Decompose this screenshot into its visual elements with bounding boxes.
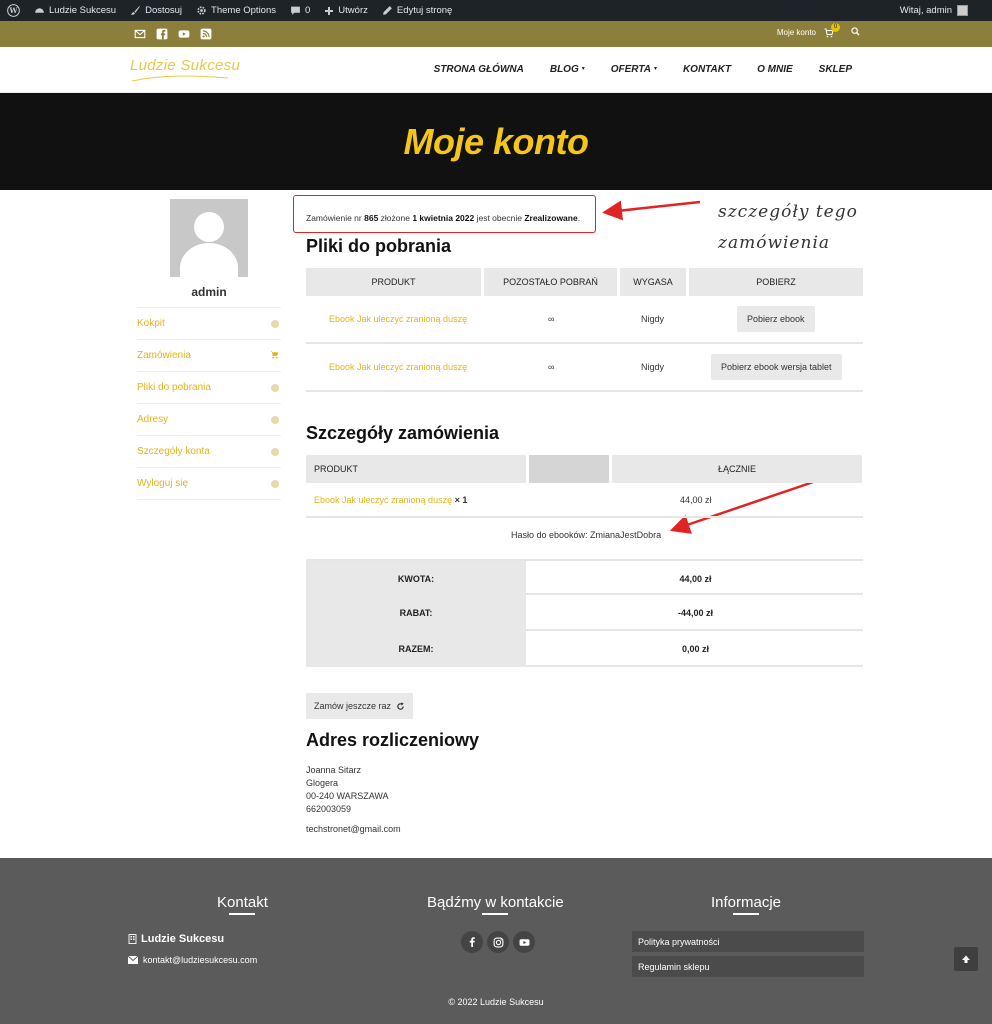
footer-email-label: kontakt@ludziesukcesu.com xyxy=(143,955,258,965)
order-item-cell: Ebook Jak uleczyć zranioną duszę × 1 xyxy=(314,483,467,516)
billing-address: Joanna Sitarz Glogera 00-240 WARSZAWA 66… xyxy=(306,764,401,836)
building-icon xyxy=(128,934,137,944)
footer-social-title: Bądźmy w kontakcie xyxy=(427,894,564,911)
annotation-text-2: zamówienia xyxy=(718,233,831,253)
envelope-icon xyxy=(128,956,138,964)
totals-label: RAZEM: xyxy=(306,631,526,667)
footer-social-links xyxy=(461,931,535,953)
refresh-icon xyxy=(397,701,404,710)
footer-link-terms[interactable]: Regulamin sklepu xyxy=(632,956,864,977)
downloads-table-header: PRODUKT POZOSTAŁO POBRAŃ WYGASA POBIERZ xyxy=(306,268,863,296)
address-phone: 662003059 xyxy=(306,804,352,814)
table-row: Ebook Jak uleczyć zranioną duszę × 1 44,… xyxy=(306,483,863,518)
column-header: ŁĄCZNIE xyxy=(612,455,862,483)
footer-brand: Ludzie Sukcesu xyxy=(128,933,224,945)
youtube-icon[interactable] xyxy=(513,931,535,953)
download-ebook-tablet-button[interactable]: Pobierz ebook wersja tablet xyxy=(711,354,842,380)
table-row: Ebook Jak uleczyć zranioną duszę ∞ Nigdy… xyxy=(306,296,863,344)
order-again-button[interactable]: Zamów jeszcze raz xyxy=(306,693,413,719)
order-item-total: 44,00 zł xyxy=(680,494,712,505)
order-totals: KWOTA: 44,00 zł RABAT: -44,00 zł RAZEM: … xyxy=(306,559,863,667)
download-expires: Nigdy xyxy=(641,314,665,324)
download-remaining: ∞ xyxy=(548,314,555,324)
table-row: Ebook Jak uleczyć zranioną duszę ∞ Nigdy… xyxy=(306,344,863,392)
column-header: POZOSTAŁO POBRAŃ xyxy=(484,268,617,296)
download-cell: Pobierz ebook xyxy=(737,296,815,342)
annotation-text-1: szczegóły tego xyxy=(718,202,858,222)
ebook-password-note: Hasło do ebooków: ZmianaJestDobra xyxy=(511,530,662,540)
site-footer: Kontakt Bądźmy w kontakcie Informacje Lu… xyxy=(0,858,992,1024)
footer-info-links: Polityka prywatności Regulamin sklepu xyxy=(632,931,864,981)
footer-brand-label: Ludzie Sukcesu xyxy=(141,933,225,945)
totals-row: RAZEM: 0,00 zł xyxy=(306,631,863,667)
address-line: Glogera xyxy=(306,778,339,788)
download-product-link[interactable]: Ebook Jak uleczyć zranioną duszę xyxy=(329,344,467,390)
column-header: WYGASA xyxy=(620,268,686,296)
totals-value: 44,00 zł xyxy=(679,574,712,584)
arrow-up-icon xyxy=(962,955,970,963)
order-note-row: Hasło do ebooków: ZmianaJestDobra xyxy=(306,518,863,552)
footer-email[interactable]: kontakt@ludziesukcesu.com xyxy=(128,955,257,965)
totals-value: -44,00 zł xyxy=(677,608,714,618)
column-header-spacer xyxy=(529,455,609,483)
copyright: © 2022 Ludzie Sukcesu xyxy=(448,997,544,1007)
order-item-qty: × 1 xyxy=(454,494,468,505)
footer-info-title: Informacje xyxy=(711,894,782,911)
address-email: techstronet@gmail.com xyxy=(306,824,401,834)
download-product-link[interactable]: Ebook Jak uleczyć zranioną duszę xyxy=(329,296,467,342)
facebook-icon[interactable] xyxy=(461,931,483,953)
download-expires: Nigdy xyxy=(641,362,665,372)
order-again-label: Zamów jeszcze raz xyxy=(313,701,392,711)
address-line: 00-240 WARSZAWA xyxy=(306,791,389,801)
footer-contact-title: Kontakt xyxy=(217,894,268,911)
download-remaining: ∞ xyxy=(548,362,555,372)
download-cell: Pobierz ebook wersja tablet xyxy=(711,344,842,390)
totals-label: RABAT: xyxy=(306,595,526,631)
order-table-header: PRODUKT ŁĄCZNIE xyxy=(306,455,862,483)
order-item-link[interactable]: Ebook Jak uleczyć zranioną duszę xyxy=(314,495,452,505)
footer-link-privacy[interactable]: Polityka prywatności xyxy=(632,931,864,952)
download-ebook-button[interactable]: Pobierz ebook xyxy=(737,306,815,332)
column-header: PRODUKT xyxy=(306,268,481,296)
column-header: PRODUKT xyxy=(306,455,526,483)
scroll-to-top-button[interactable] xyxy=(954,947,978,971)
instagram-icon[interactable] xyxy=(487,931,509,953)
address-line: Joanna Sitarz xyxy=(306,765,362,775)
totals-label: KWOTA: xyxy=(306,561,526,597)
billing-heading: Adres rozliczeniowy xyxy=(306,730,480,750)
totals-row: KWOTA: 44,00 zł xyxy=(306,559,863,597)
order-details-heading: Szczegóły zamówienia xyxy=(306,423,500,443)
totals-value: 0,00 zł xyxy=(681,644,710,654)
totals-row: RABAT: -44,00 zł xyxy=(306,595,863,631)
column-header: POBIERZ xyxy=(689,268,863,296)
annotation-arrow-notice xyxy=(602,200,701,221)
downloads-heading: Pliki do pobrania xyxy=(306,236,452,256)
